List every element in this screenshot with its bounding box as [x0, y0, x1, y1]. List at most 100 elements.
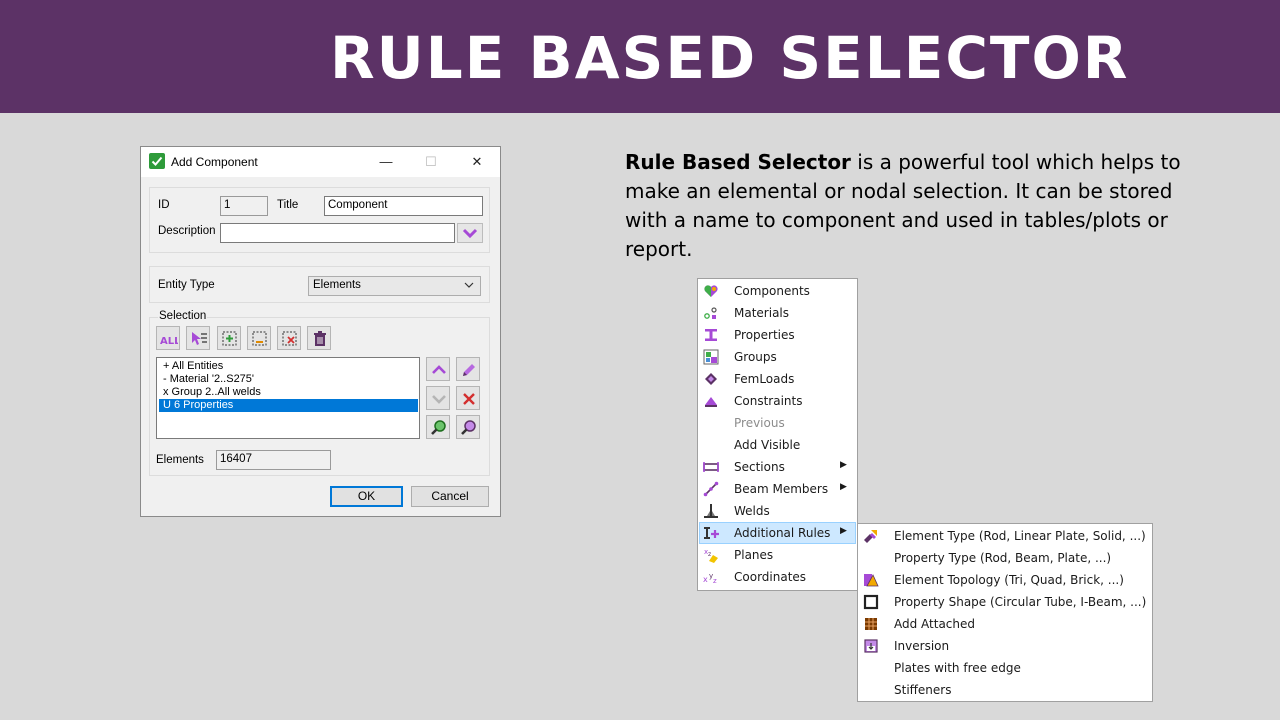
zoom-to-selection-button[interactable]	[426, 415, 450, 439]
menu-item-additional-rules[interactable]: Additional Rules ▶	[699, 522, 856, 544]
menu-item-constraints[interactable]: Constraints	[699, 390, 856, 412]
entity-type-select[interactable]: Elements	[308, 276, 481, 296]
submenu-item-plates-with-free-edge[interactable]: Plates with free edge	[859, 657, 1151, 679]
planes-icon: xz	[703, 547, 719, 563]
submenu-item-label: Element Topology (Tri, Quad, Brick, ...)	[894, 573, 1124, 587]
submenu-item-label: Element Type (Rod, Linear Plate, Solid, …	[894, 529, 1146, 543]
remove-rule-button[interactable]	[456, 386, 480, 410]
feature-description: Rule Based Selector is a powerful tool w…	[625, 148, 1215, 264]
menu-item-label: Constraints	[734, 394, 803, 408]
close-button[interactable]: ✕	[466, 151, 488, 173]
box-minus-icon	[252, 331, 267, 346]
elements-count-field: 16407	[216, 450, 331, 470]
menu-item-femloads[interactable]: FemLoads	[699, 368, 856, 390]
id-label: ID	[158, 199, 170, 211]
submenu-item-label: Add Attached	[894, 617, 976, 631]
menu-item-coordinates[interactable]: xyz Coordinates	[699, 566, 856, 588]
menu-item-previous: Previous	[699, 412, 856, 434]
menu-item-properties[interactable]: Properties	[699, 324, 856, 346]
move-up-button[interactable]	[426, 357, 450, 381]
submenu-item-stiffeners[interactable]: Stiffeners	[859, 679, 1151, 701]
title-label: Title	[277, 199, 299, 211]
delete-rule-button[interactable]	[307, 326, 331, 350]
menu-item-label: Components	[734, 284, 810, 298]
svg-text:z: z	[713, 577, 717, 585]
elements-label: Elements	[156, 454, 204, 466]
cursor-list-icon	[192, 332, 207, 345]
box-add-icon	[222, 331, 237, 346]
description-dropdown-button[interactable]	[457, 223, 483, 243]
box-x-icon	[282, 331, 297, 346]
entity-type-value: Elements	[313, 279, 361, 291]
coordinates-icon: xyz	[703, 569, 719, 585]
menu-item-planes[interactable]: xz Planes	[699, 544, 856, 566]
chevron-down-icon	[462, 228, 478, 239]
submenu-item-element-topology[interactable]: Element Topology (Tri, Quad, Brick, ...)	[859, 569, 1151, 591]
menu-item-materials[interactable]: Materials	[699, 302, 856, 324]
add-box-button[interactable]	[217, 326, 241, 350]
exclude-box-button[interactable]	[277, 326, 301, 350]
chevron-up-icon	[432, 365, 446, 374]
entity-type-label: Entity Type	[158, 279, 215, 291]
menu-item-label: Properties	[734, 328, 795, 342]
select-all-button[interactable]: ALL	[156, 326, 180, 350]
trash-icon	[314, 331, 326, 346]
menu-item-label: Additional Rules	[734, 526, 831, 540]
chevron-right-icon: ▶	[840, 526, 847, 536]
menu-item-sections[interactable]: Sections ▶	[699, 456, 856, 478]
highlight-selection-button[interactable]	[456, 415, 480, 439]
description-field[interactable]	[220, 223, 455, 243]
select-by-list-button[interactable]	[186, 326, 210, 350]
edit-rule-button[interactable]	[456, 357, 480, 381]
ok-button[interactable]: OK	[330, 486, 403, 507]
submenu-item-label: Plates with free edge	[894, 661, 1021, 675]
minimize-button[interactable]: —	[375, 151, 397, 173]
menu-item-components[interactable]: Components	[699, 280, 856, 302]
chevron-down-icon	[464, 282, 474, 288]
element-topology-icon	[863, 572, 879, 588]
menu-item-label: Welds	[734, 504, 770, 518]
submenu-item-label: Property Type (Rod, Beam, Plate, ...)	[894, 551, 1112, 565]
groups-icon	[703, 349, 719, 365]
submenu-item-label: Stiffeners	[894, 683, 952, 697]
checkmark-icon	[149, 153, 165, 169]
chevron-down-icon	[432, 395, 446, 404]
materials-icon	[703, 305, 719, 321]
dialog-titlebar[interactable]: Add Component — ☐ ✕	[141, 147, 500, 177]
beam-members-icon	[703, 481, 719, 497]
menu-item-label: Sections	[734, 460, 785, 474]
remove-box-button[interactable]	[247, 326, 271, 350]
selection-rules-list[interactable]: + All Entities - Material '2..S275' x Gr…	[156, 357, 420, 439]
list-item[interactable]: x Group 2..All welds	[159, 386, 418, 399]
additional-rules-icon	[703, 525, 719, 541]
menu-item-add-visible[interactable]: Add Visible	[699, 434, 856, 456]
menu-item-welds[interactable]: Welds	[699, 500, 856, 522]
menu-item-label: Previous	[734, 416, 785, 430]
welds-icon	[703, 503, 719, 519]
menu-item-groups[interactable]: Groups	[699, 346, 856, 368]
submenu-item-element-type[interactable]: Element Type (Rod, Linear Plate, Solid, …	[859, 525, 1151, 547]
magnifier-icon	[461, 420, 476, 435]
submenu-item-property-type[interactable]: Property Type (Rod, Beam, Plate, ...)	[859, 547, 1151, 569]
list-item[interactable]: + All Entities	[159, 360, 418, 373]
description-label: Description	[158, 225, 216, 237]
menu-item-label: Coordinates	[734, 570, 807, 584]
menu-item-beam-members[interactable]: Beam Members ▶	[699, 478, 856, 500]
chevron-right-icon: ▶	[840, 482, 847, 492]
list-item[interactable]: - Material '2..S275'	[159, 373, 418, 386]
add-attached-icon	[863, 616, 879, 632]
cancel-button[interactable]: Cancel	[411, 486, 489, 507]
submenu-item-inversion[interactable]: Inversion	[859, 635, 1151, 657]
svg-text:ALL: ALL	[160, 336, 178, 347]
submenu-item-property-shape[interactable]: Property Shape (Circular Tube, I-Beam, .…	[859, 591, 1151, 613]
components-icon	[703, 283, 719, 299]
add-component-dialog: Add Component — ☐ ✕ ID 1 Title Component…	[140, 146, 501, 517]
list-item-selected[interactable]: U 6 Properties	[159, 399, 418, 412]
all-icon: ALL	[160, 336, 178, 347]
close-icon	[463, 393, 475, 405]
submenu-item-add-attached[interactable]: Add Attached	[859, 613, 1151, 635]
context-menu: Components Materials Properties Groups F…	[697, 278, 858, 591]
menu-item-label: Materials	[734, 306, 790, 320]
menu-item-label: Groups	[734, 350, 777, 364]
title-field[interactable]: Component	[324, 196, 483, 216]
